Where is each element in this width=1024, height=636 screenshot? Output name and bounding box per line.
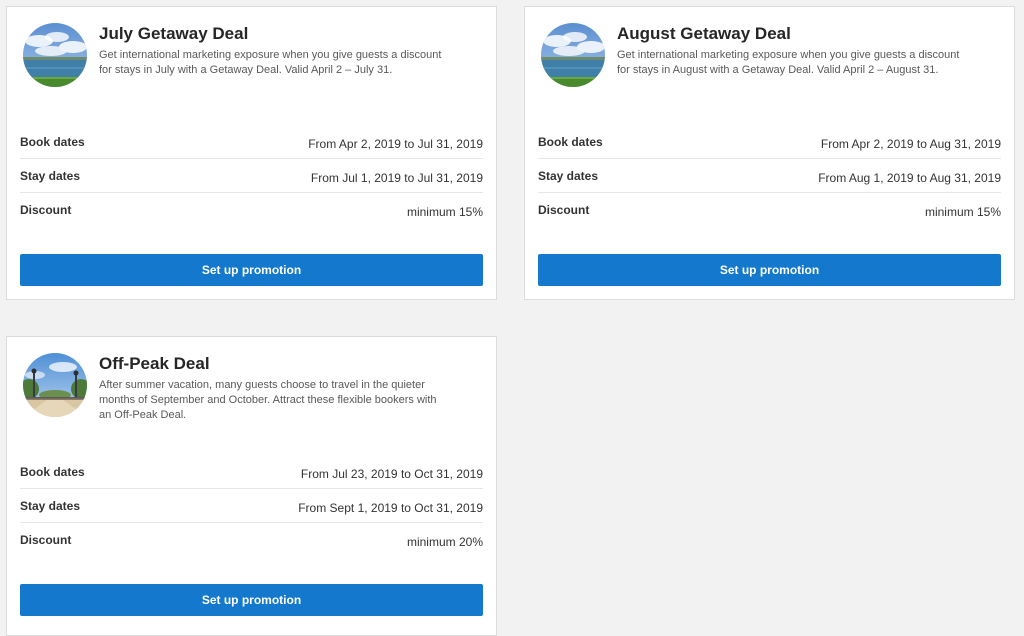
book-dates-value: From Apr 2, 2019 to Jul 31, 2019 (308, 137, 483, 151)
stay-dates-row: Stay dates From Sept 1, 2019 to Oct 31, … (20, 489, 483, 523)
discount-label: Discount (538, 203, 590, 217)
deal-title: July Getaway Deal (99, 24, 249, 43)
book-dates-row: Book dates From Apr 2, 2019 to Jul 31, 2… (20, 125, 483, 159)
book-dates-value: From Apr 2, 2019 to Aug 31, 2019 (820, 137, 1001, 151)
stay-dates-label: Stay dates (20, 499, 81, 513)
book-dates-value: From Jul 23, 2019 to Oct 31, 2019 (300, 467, 483, 481)
lake-sky-image (541, 23, 605, 87)
discount-row: Discount minimum 20% (20, 523, 483, 557)
set-up-promotion-button[interactable]: Set up promotion (20, 254, 483, 286)
discount-row: Discount minimum 15% (20, 193, 483, 227)
august-getaway-deal-card: August Getaway Deal Get international ma… (524, 6, 1015, 300)
stay-dates-value: From Sept 1, 2019 to Oct 31, 2019 (298, 501, 483, 515)
off-peak-deal-card: Off-Peak Deal After summer vacation, man… (6, 336, 497, 636)
discount-label: Discount (20, 203, 72, 217)
stay-dates-row: Stay dates From Aug 1, 2019 to Aug 31, 2… (538, 159, 1001, 193)
lake-sky-image (23, 23, 87, 87)
park-lamps-image (23, 353, 87, 417)
deal-description: Get international marketing exposure whe… (617, 49, 960, 76)
set-up-promotion-button[interactable]: Set up promotion (20, 584, 483, 616)
book-dates-label: Book dates (20, 465, 85, 479)
deal-description: After summer vacation, many guests choos… (99, 379, 437, 421)
deal-title: August Getaway Deal (617, 24, 791, 43)
book-dates-label: Book dates (538, 135, 603, 149)
deal-description: Get international marketing exposure whe… (99, 49, 442, 76)
discount-value: minimum 20% (406, 535, 483, 549)
stay-dates-label: Stay dates (20, 169, 81, 183)
discount-value: minimum 15% (406, 205, 483, 219)
discount-row: Discount minimum 15% (538, 193, 1001, 227)
deal-title: Off-Peak Deal (99, 354, 210, 373)
stay-dates-value: From Aug 1, 2019 to Aug 31, 2019 (818, 171, 1001, 185)
set-up-promotion-button[interactable]: Set up promotion (538, 254, 1001, 286)
july-getaway-deal-card: July Getaway Deal Get international mark… (6, 6, 497, 300)
book-dates-row: Book dates From Apr 2, 2019 to Aug 31, 2… (538, 125, 1001, 159)
stay-dates-value: From Jul 1, 2019 to Jul 31, 2019 (310, 171, 483, 185)
stay-dates-row: Stay dates From Jul 1, 2019 to Jul 31, 2… (20, 159, 483, 193)
stay-dates-label: Stay dates (538, 169, 599, 183)
book-dates-row: Book dates From Jul 23, 2019 to Oct 31, … (20, 455, 483, 489)
discount-value: minimum 15% (924, 205, 1001, 219)
book-dates-label: Book dates (20, 135, 85, 149)
discount-label: Discount (20, 533, 72, 547)
